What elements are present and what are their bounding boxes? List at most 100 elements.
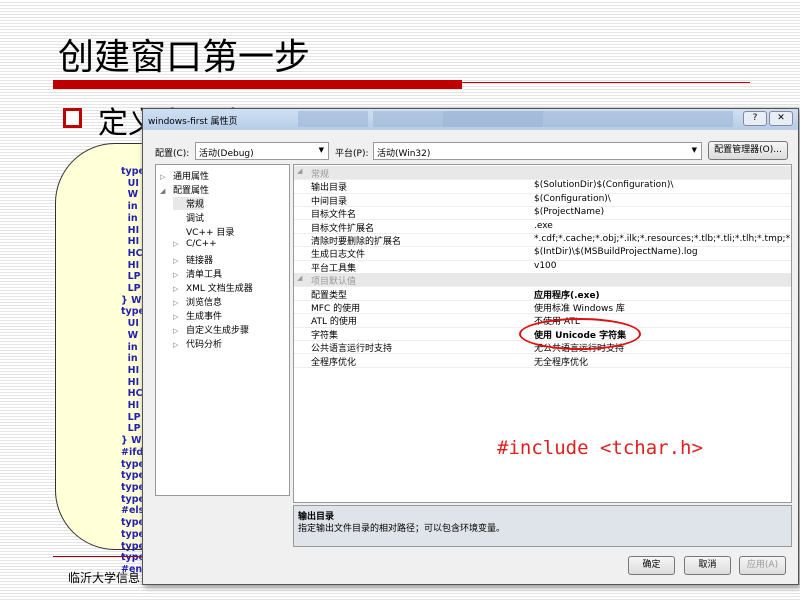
expand-arrow-icon[interactable]: ▷ xyxy=(173,327,186,335)
tree-item[interactable]: ▷ 清单工具 xyxy=(173,267,222,280)
tree-item[interactable]: ▷ XML 文档生成器 xyxy=(173,281,253,294)
title-underline-line xyxy=(53,82,750,83)
property-row[interactable]: 全程序优化 无全程序优化 xyxy=(294,354,791,368)
tree-item-label: 浏览信息 xyxy=(186,298,223,308)
category-label: 项目默认值 xyxy=(311,277,357,288)
property-row[interactable]: 平台工具集 v100 xyxy=(294,260,791,275)
property-row[interactable]: 输出目录 $(SolutionDir)$(Configuration)\ xyxy=(294,179,791,194)
highlight-ellipse xyxy=(519,318,641,350)
tree-item-label: 调试 xyxy=(186,214,205,224)
tree-item-label: 通用属性 xyxy=(173,172,210,182)
tree-item[interactable]: ▷ 生成事件 xyxy=(173,309,222,322)
expand-arrow-icon[interactable]: ▷ xyxy=(173,341,186,349)
slide-title: 创建窗口第一步 xyxy=(58,37,311,78)
property-value[interactable]: .exe xyxy=(534,221,553,231)
footer-text: 临沂大学信息 xyxy=(68,571,141,585)
property-row[interactable]: 中间目录 $(Configuration)\ xyxy=(294,193,791,208)
property-value[interactable]: 使用标准 Windows 库 xyxy=(534,301,625,314)
tree-item-label: 代码分析 xyxy=(186,340,223,350)
tree-item[interactable]: 常规 xyxy=(173,197,205,210)
property-name: 生成日志文件 xyxy=(311,250,366,261)
expand-arrow-icon[interactable]: ▷ xyxy=(173,285,186,293)
expand-arrow-icon[interactable]: ◢ xyxy=(160,187,173,195)
platform-value: 活动(Win32) xyxy=(377,149,431,159)
collapse-icon[interactable]: ◢ xyxy=(297,167,302,175)
tree-item[interactable]: ▷ 代码分析 xyxy=(173,337,222,350)
property-name: 中间目录 xyxy=(311,196,348,207)
chevron-down-icon: ▼ xyxy=(318,146,324,154)
tree-item[interactable]: ▷ 浏览信息 xyxy=(173,295,222,308)
config-value: 活动(Debug) xyxy=(199,149,254,159)
tree-item[interactable]: ▷ 链接器 xyxy=(173,253,213,266)
tree-item[interactable]: 调试 xyxy=(173,211,204,224)
property-name: ATL 的使用 xyxy=(311,317,357,328)
property-name: 输出目录 xyxy=(311,183,348,194)
help-button[interactable]: ? xyxy=(743,111,767,126)
tree-item-label: 清单工具 xyxy=(186,270,223,280)
property-value[interactable]: v100 xyxy=(534,261,557,271)
property-name: 配置类型 xyxy=(311,290,348,301)
apply-button[interactable]: 应用(A) xyxy=(739,556,786,575)
config-manager-button[interactable]: 配置管理器(O)... xyxy=(708,141,788,160)
property-value[interactable]: $(SolutionDir)$(Configuration)\ xyxy=(534,180,673,190)
property-name: MFC 的使用 xyxy=(311,304,361,314)
tree-item-label: 自定义生成步骤 xyxy=(186,326,250,336)
ok-button[interactable]: 确定 xyxy=(628,556,675,575)
expand-arrow-icon[interactable]: ▷ xyxy=(173,240,186,248)
expand-arrow-icon[interactable]: ▷ xyxy=(173,271,186,279)
property-row[interactable]: MFC 的使用 使用标准 Windows 库 xyxy=(294,300,791,315)
title-bar[interactable]: windows-first 属性页 ? ✕ xyxy=(143,109,798,130)
property-value[interactable]: 无全程序优化 xyxy=(534,355,588,368)
property-value[interactable]: $(Configuration)\ xyxy=(534,194,611,204)
category-label: 常规 xyxy=(311,170,330,180)
config-dropdown[interactable]: 活动(Debug) ▼ xyxy=(195,142,329,160)
expand-arrow-icon[interactable]: ▷ xyxy=(173,257,186,265)
tree-item-label: C/C++ xyxy=(186,239,217,249)
property-name: 全程序优化 xyxy=(311,357,357,368)
collapse-icon[interactable]: ◢ xyxy=(297,274,302,282)
expand-arrow-icon[interactable]: ▷ xyxy=(173,299,186,307)
tree-item[interactable]: ▷ C/C++ xyxy=(173,239,217,249)
property-name: 平台工具集 xyxy=(311,263,357,274)
bullet-square-icon xyxy=(63,108,82,128)
category-row[interactable]: ◢ 项目默认值 xyxy=(294,273,791,288)
tree-item-label: 链接器 xyxy=(186,256,214,266)
background-blur xyxy=(443,111,733,127)
property-name: 公共语言运行时支持 xyxy=(311,344,393,355)
description-text: 指定输出文件目录的相对路径；可以包含环境变量。 xyxy=(298,524,506,534)
category-row[interactable]: ◢ 常规 xyxy=(294,166,791,181)
dialog-title: windows-first 属性页 xyxy=(148,117,238,127)
property-name: 清除时要删除的扩展名 xyxy=(311,237,402,247)
property-value[interactable]: $(ProjectName) xyxy=(534,207,604,217)
property-value[interactable]: 应用程序(.exe) xyxy=(534,288,600,301)
description-panel: 输出目录 指定输出文件目录的相对路径；可以包含环境变量。 xyxy=(293,505,792,547)
cancel-button[interactable]: 取消 xyxy=(684,556,731,575)
property-name: 目标文件名 xyxy=(311,210,357,221)
tree-item-label: XML 文档生成器 xyxy=(186,284,253,294)
expand-arrow-icon[interactable]: ▷ xyxy=(173,313,186,321)
chevron-down-icon: ▼ xyxy=(691,146,697,154)
expand-arrow-icon[interactable]: ▷ xyxy=(160,173,173,181)
property-tree: ▷ 通用属性 ◢ 配置属性 常规 调试 VC++ 目录 ▷ C/C++ ▷ 链接器 ▷ 清单工具 ▷ XML… xyxy=(155,164,290,496)
tree-item-label: VC++ 目录 xyxy=(186,228,235,238)
include-annotation: #include <tchar.h> xyxy=(497,437,703,459)
tree-item[interactable]: ▷ 通用属性 xyxy=(160,169,209,182)
background-blur xyxy=(298,111,368,127)
tree-item-label: 配置属性 xyxy=(173,186,210,196)
property-name: 目标文件扩展名 xyxy=(311,223,375,234)
config-label: 配置(C): xyxy=(155,149,190,159)
tree-item-label: 生成事件 xyxy=(186,312,223,322)
platform-dropdown[interactable]: 活动(Win32) ▼ xyxy=(373,142,702,160)
property-value[interactable]: $(IntDir)\$(MSBuildProjectName).log xyxy=(534,247,698,257)
close-button[interactable]: ✕ xyxy=(769,111,793,126)
property-value[interactable]: *.cdf;*.cache;*.obj;*.ilk;*.resources;*.… xyxy=(534,234,791,244)
tree-item[interactable]: ▷ 自定义生成步骤 xyxy=(173,323,249,336)
tree-item[interactable]: VC++ 目录 xyxy=(173,225,234,238)
property-row[interactable]: 目标文件扩展名 .exe xyxy=(294,220,791,234)
property-row[interactable]: 配置类型 应用程序(.exe) xyxy=(294,287,791,301)
tree-item[interactable]: ◢ 配置属性 xyxy=(160,183,209,196)
tree-item-label: 常规 xyxy=(186,200,205,210)
property-row[interactable]: 生成日志文件 $(IntDir)\$(MSBuildProjectName).lo… xyxy=(294,246,791,261)
property-row[interactable]: 目标文件名 $(ProjectName) xyxy=(294,206,791,221)
property-row[interactable]: 清除时要删除的扩展名 *.cdf;*.cache;*.obj;*.ilk;*.re… xyxy=(294,233,791,248)
